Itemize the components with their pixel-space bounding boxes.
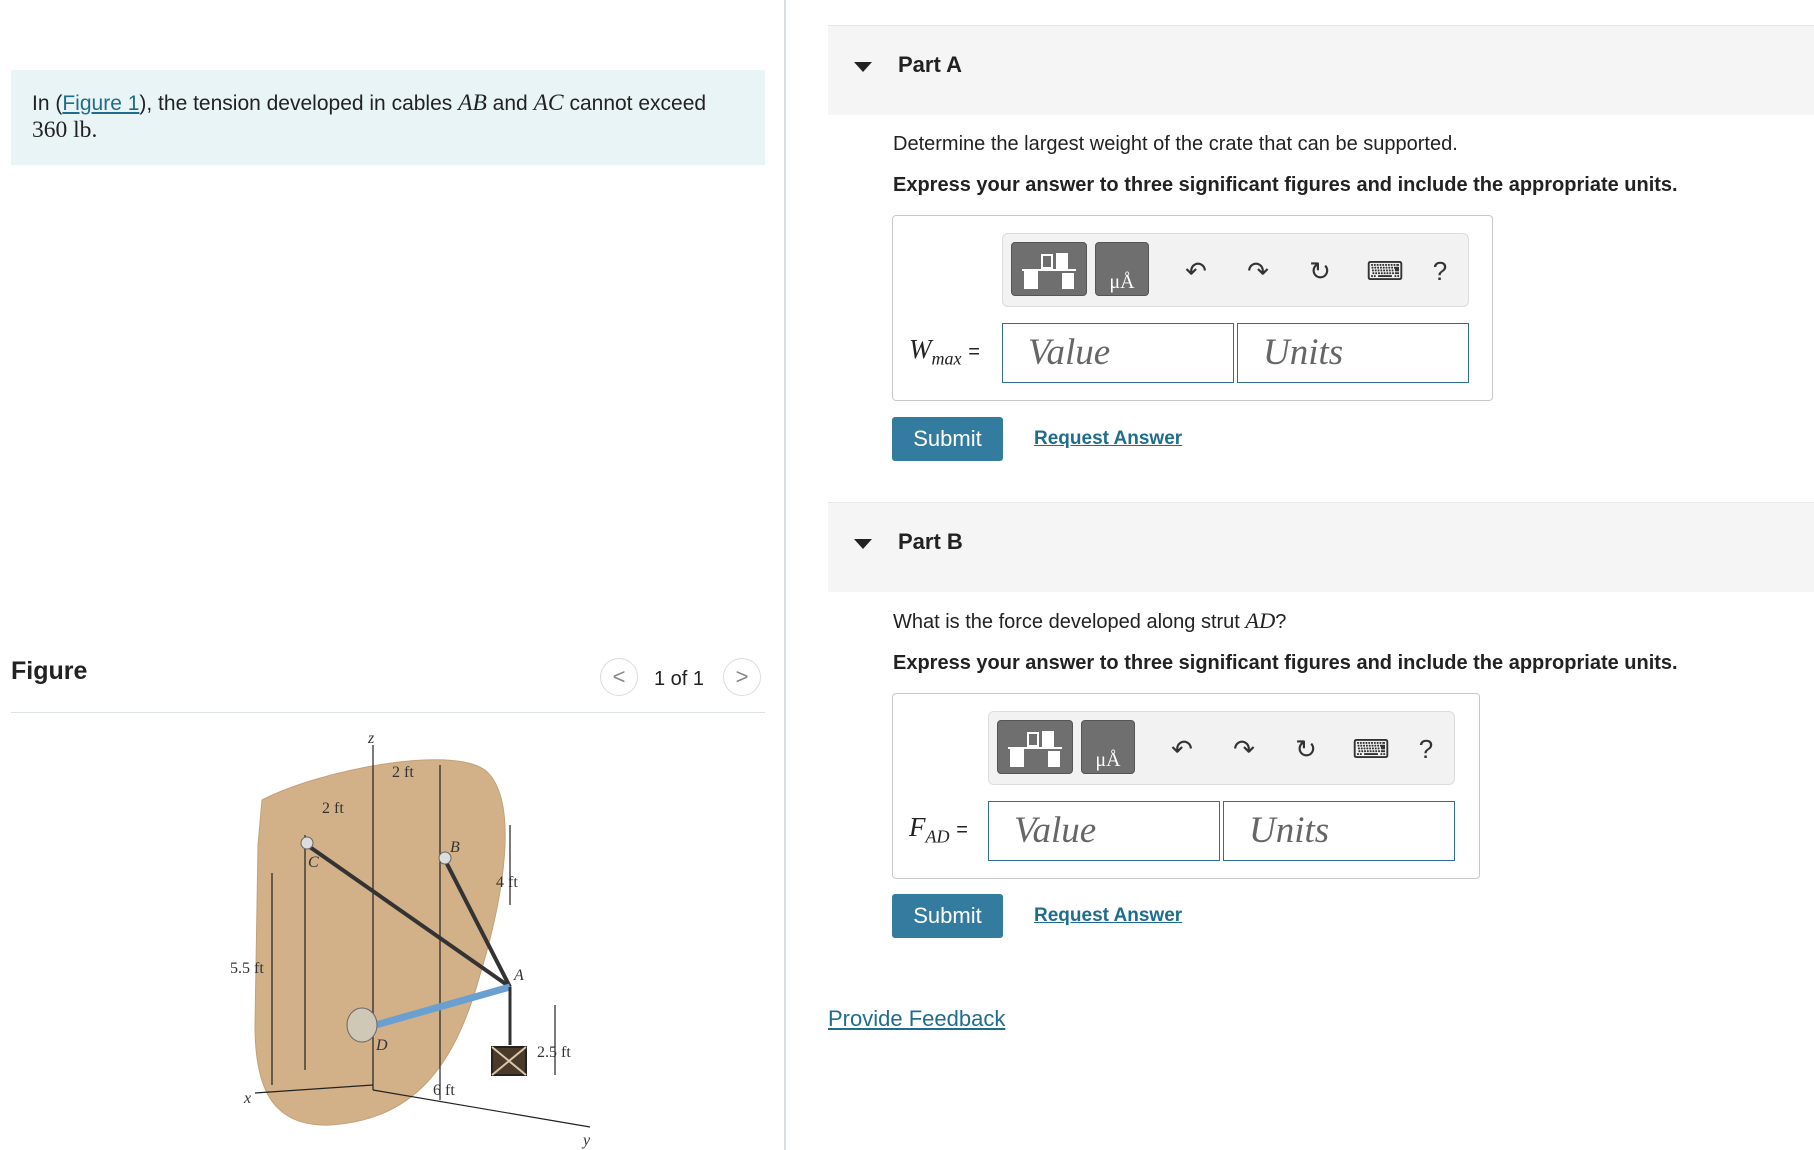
problem-text: cannot exceed bbox=[563, 92, 707, 115]
provide-feedback-link[interactable]: Provide Feedback bbox=[828, 1006, 1005, 1032]
part-a-request-answer-link[interactable]: Request Answer bbox=[1034, 428, 1182, 450]
part-a-header[interactable]: Part A bbox=[828, 25, 1814, 115]
figure-link[interactable]: Figure 1 bbox=[62, 92, 139, 115]
keyboard-icon[interactable]: ⌨ bbox=[1363, 254, 1407, 288]
crate bbox=[491, 1046, 527, 1076]
part-a-title: Part A bbox=[898, 52, 962, 77]
part-b-title: Part B bbox=[898, 529, 963, 554]
chevron-right-icon: > bbox=[735, 664, 749, 689]
problem-text: ), the tension developed in cables bbox=[139, 92, 459, 115]
reset-icon[interactable]: ↻ bbox=[1289, 732, 1323, 766]
label-x: x bbox=[243, 1090, 251, 1107]
fad-label: FAD = bbox=[909, 812, 968, 847]
wmax-sub: max bbox=[931, 348, 962, 369]
label-2-5ft: 2.5 ft bbox=[537, 1044, 571, 1061]
right-pane: Part A Determine the largest weight of t… bbox=[786, 0, 1814, 1150]
previous-figure-button[interactable]: < bbox=[600, 658, 638, 696]
question-text: What is the force developed along strut bbox=[893, 611, 1246, 633]
label-2ft-top: 2 ft bbox=[392, 764, 414, 781]
redo-icon[interactable]: ↷ bbox=[1241, 254, 1275, 288]
help-button[interactable]: ? bbox=[1409, 732, 1443, 766]
wmax-var: W bbox=[909, 334, 932, 364]
y-axis bbox=[372, 1089, 591, 1128]
units-glyph: μÅ bbox=[1109, 271, 1135, 293]
keyboard-icon[interactable]: ⌨ bbox=[1349, 732, 1393, 766]
part-a-question: Determine the largest weight of the crat… bbox=[893, 133, 1458, 155]
part-b-submit-button[interactable]: Submit bbox=[892, 894, 1003, 938]
templates-button[interactable] bbox=[1011, 242, 1087, 296]
part-b-value-input[interactable]: Value bbox=[988, 801, 1220, 861]
figure-pager: 1 of 1 bbox=[654, 668, 705, 690]
wmax-label: Wmax = bbox=[909, 334, 980, 369]
fad-var: F bbox=[909, 812, 926, 842]
redo-icon[interactable]: ↷ bbox=[1227, 732, 1261, 766]
label-2ft-left: 2 ft bbox=[322, 800, 344, 817]
tension-limit: 360 lb. bbox=[32, 117, 98, 143]
question-text: ? bbox=[1275, 611, 1287, 633]
problem-text: In ( bbox=[32, 92, 63, 115]
label-d: D bbox=[375, 1037, 388, 1054]
collapse-triangle-icon bbox=[854, 62, 872, 72]
reset-icon[interactable]: ↻ bbox=[1303, 254, 1337, 288]
collapse-triangle-icon bbox=[854, 539, 872, 549]
part-a-units-input[interactable]: Units bbox=[1237, 323, 1469, 383]
problem-text: and bbox=[486, 92, 534, 115]
support-c bbox=[300, 836, 314, 850]
label-z: z bbox=[367, 730, 375, 747]
math-toolbar: μÅ ↶ ↷ ↻ ⌨ ? bbox=[988, 711, 1455, 785]
left-pane: In (Figure 1), the tension developed in … bbox=[0, 0, 786, 1150]
undo-icon[interactable]: ↶ bbox=[1165, 732, 1199, 766]
strut-ad-var: AD bbox=[1245, 608, 1276, 633]
part-b-units-input[interactable]: Units bbox=[1223, 801, 1455, 861]
math-toolbar: μÅ ↶ ↷ ↻ ⌨ ? bbox=[1002, 233, 1469, 307]
label-b: B bbox=[450, 839, 460, 856]
wall-shape bbox=[254, 759, 506, 1126]
support-d bbox=[346, 1007, 378, 1043]
figure-divider bbox=[11, 712, 765, 713]
figure-diagram: z x y B C D A 2 ft 2 ft 4 ft 5.5 ft 2.5 … bbox=[230, 730, 591, 1149]
undo-icon[interactable]: ↶ bbox=[1179, 254, 1213, 288]
next-figure-button[interactable]: > bbox=[723, 658, 761, 696]
figure-title: Figure bbox=[11, 657, 88, 685]
cable-ac: AC bbox=[533, 90, 564, 116]
cable-ab: AB bbox=[458, 90, 487, 116]
label-6ft: 6 ft bbox=[433, 1082, 455, 1099]
part-a-submit-button[interactable]: Submit bbox=[892, 417, 1003, 461]
label-c: C bbox=[308, 854, 319, 871]
problem-statement: In (Figure 1), the tension developed in … bbox=[11, 70, 765, 165]
part-b-answer-box: μÅ ↶ ↷ ↻ ⌨ ? FAD = Value Units bbox=[892, 693, 1480, 879]
part-b-header[interactable]: Part B bbox=[828, 502, 1814, 592]
templates-icon bbox=[1008, 731, 1062, 767]
part-a-instruction: Express your answer to three significant… bbox=[893, 174, 1678, 196]
part-a-answer-box: μÅ ↶ ↷ ↻ ⌨ ? Wmax = Value Units bbox=[892, 215, 1493, 401]
label-5-5ft: 5.5 ft bbox=[230, 960, 264, 977]
part-b-request-answer-link[interactable]: Request Answer bbox=[1034, 905, 1182, 927]
equals-sign: = bbox=[956, 819, 968, 841]
equals-sign: = bbox=[968, 341, 980, 363]
label-4ft: 4 ft bbox=[496, 874, 518, 891]
help-button[interactable]: ? bbox=[1423, 254, 1457, 288]
label-y: y bbox=[581, 1132, 591, 1149]
part-a-value-input[interactable]: Value bbox=[1002, 323, 1234, 383]
templates-button[interactable] bbox=[997, 720, 1073, 774]
units-glyph: μÅ bbox=[1095, 749, 1121, 771]
units-button[interactable]: μÅ bbox=[1095, 242, 1149, 296]
label-a: A bbox=[513, 967, 524, 984]
part-b-instruction: Express your answer to three significant… bbox=[893, 652, 1678, 674]
units-button[interactable]: μÅ bbox=[1081, 720, 1135, 774]
fad-sub: AD bbox=[925, 826, 950, 847]
chevron-left-icon: < bbox=[612, 664, 626, 689]
part-b-question: What is the force developed along strut … bbox=[893, 608, 1286, 634]
templates-icon bbox=[1022, 253, 1076, 289]
